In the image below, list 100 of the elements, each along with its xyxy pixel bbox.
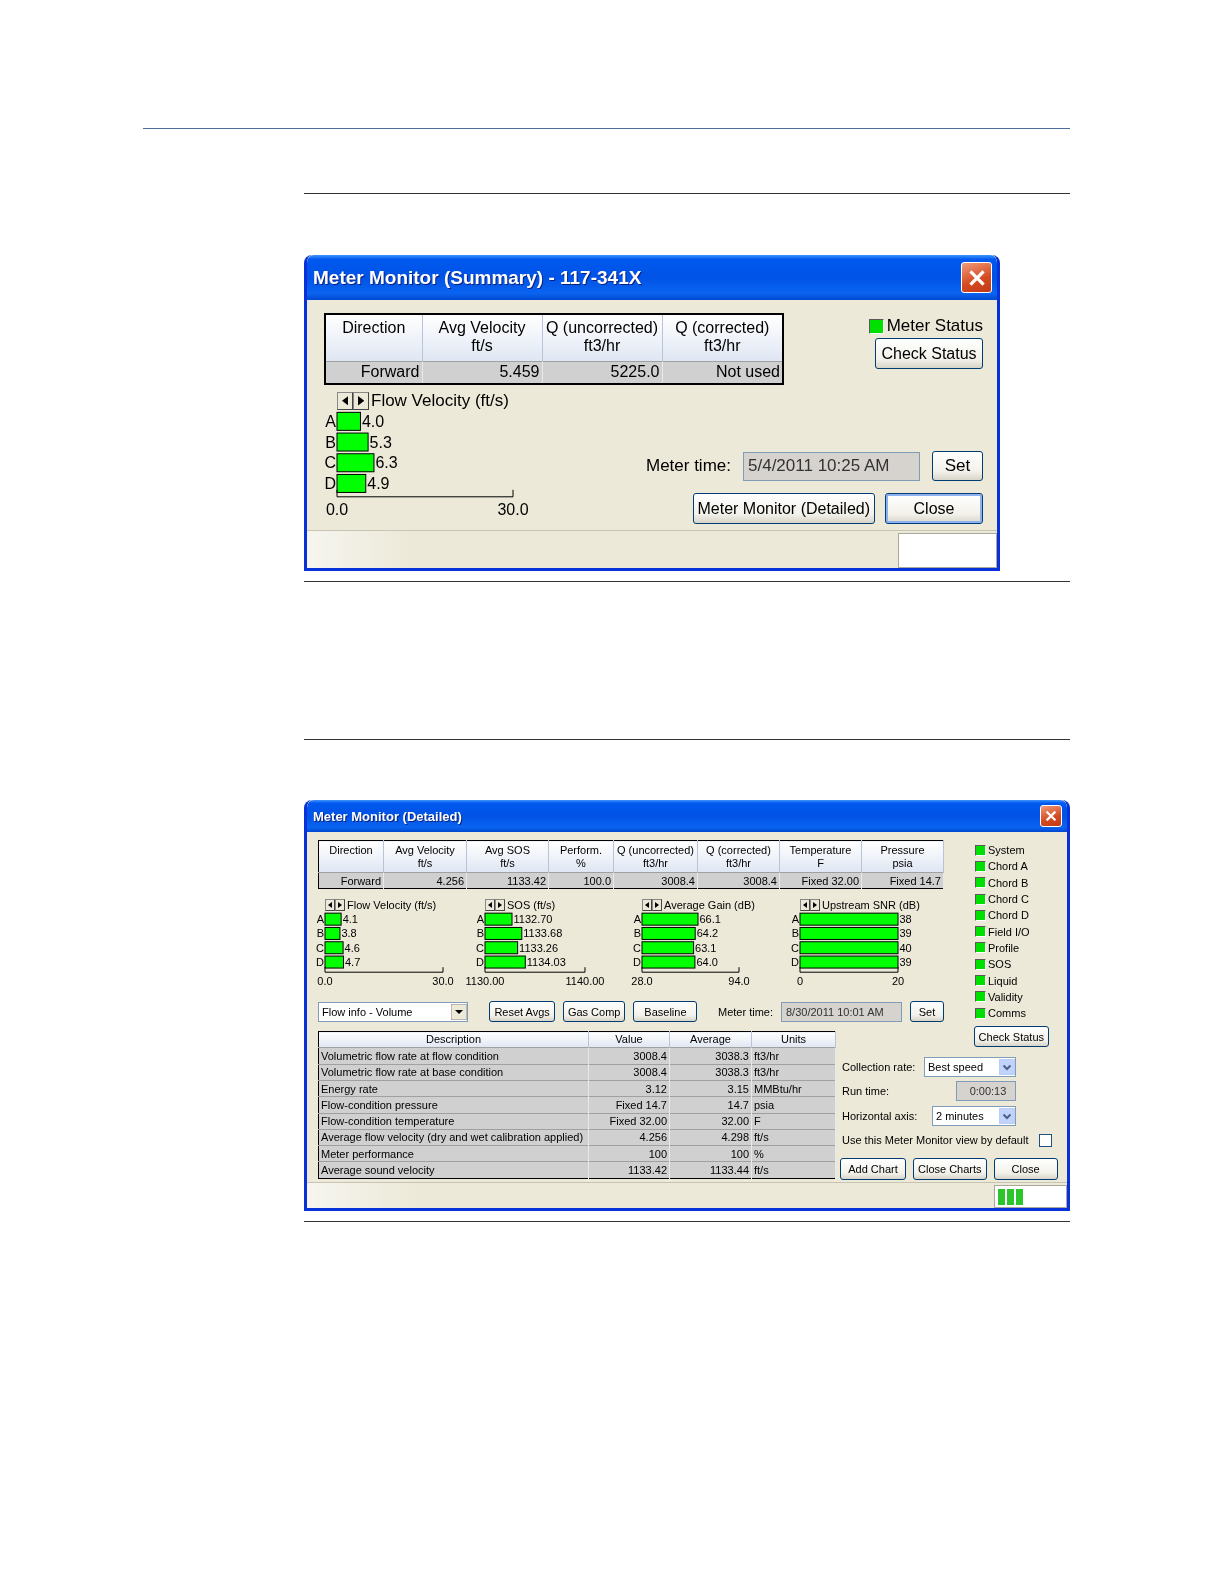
dropdown-arrow-icon (451, 1003, 467, 1020)
column-header: Description (318, 1031, 589, 1048)
bar (641, 927, 696, 940)
check-status-button[interactable]: Check Status (875, 338, 983, 369)
scroll-right-button[interactable] (353, 392, 369, 410)
value-label: 40 (899, 941, 912, 954)
tick-label: 0 (796, 975, 804, 988)
category-label: B (791, 927, 799, 940)
bar (641, 912, 699, 926)
field-label: Horizontal axis: (842, 1110, 918, 1123)
table-cell: ft3/hr (751, 1064, 836, 1081)
table-cell: Flow-condition pressure (318, 1096, 589, 1113)
close-button[interactable] (1040, 805, 1062, 827)
bar (484, 955, 526, 969)
chevron-down-icon (999, 1108, 1015, 1125)
scroll-left-button[interactable] (485, 899, 495, 912)
dropdown[interactable]: Flow info - Volume (318, 1001, 468, 1022)
value-label: 38 (899, 913, 912, 926)
dialog-button[interactable]: Close (885, 493, 983, 524)
table-cell: 3038.3 (669, 1064, 752, 1081)
category-label: A (633, 913, 641, 926)
check-status-button[interactable]: Check Status (973, 1026, 1049, 1048)
set-button[interactable]: Set (910, 1001, 944, 1023)
category-label: B (316, 927, 324, 940)
bar (336, 432, 369, 452)
category-label: A (791, 913, 799, 926)
left-arrow-icon (645, 902, 649, 909)
table-cell: Volumetric flow rate at base condition (318, 1064, 589, 1081)
bar (641, 955, 696, 969)
value-label: 1133.26 (519, 941, 559, 954)
left-arrow-icon (488, 902, 492, 909)
scroll-left-button[interactable] (337, 392, 353, 410)
table-cell: Fixed 32.00 (779, 872, 862, 889)
value-label: 63.1 (695, 941, 717, 954)
category-label: D (476, 956, 484, 969)
tick-label: 1130.00 (465, 975, 505, 988)
action-button[interactable]: Gas Comp (562, 1001, 626, 1023)
right-arrow-icon (813, 902, 817, 909)
field-label: Run time: (842, 1085, 890, 1098)
tick-label: 94.0 (728, 975, 750, 988)
status-label: Comms (988, 1007, 1026, 1020)
category-label: D (324, 474, 336, 492)
bar (324, 941, 344, 955)
run-time-field[interactable]: 0:00:13 (956, 1081, 1016, 1102)
table-cell: 1133.42 (466, 872, 549, 889)
table-cell: 3008.4 (588, 1047, 670, 1065)
close-button[interactable] (961, 262, 992, 293)
bar (336, 473, 367, 493)
status-label: Chord D (988, 909, 1029, 922)
action-button[interactable]: Reset Avgs (489, 1001, 555, 1023)
value-label: 4.7 (345, 956, 361, 969)
table-cell: 5225.0 (542, 361, 662, 384)
scroll-right-button[interactable] (335, 899, 345, 912)
right-arrow-icon (498, 902, 502, 909)
scroll-left-button[interactable] (325, 899, 335, 912)
action-button[interactable]: Baseline (633, 1001, 698, 1023)
table-cell: 100 (669, 1145, 752, 1162)
progress-blocks-icon (998, 1188, 1024, 1205)
bar (324, 927, 341, 940)
scroll-right-button[interactable] (810, 899, 820, 912)
dropdown[interactable]: Best speed (924, 1057, 1016, 1078)
field-label: Collection rate: (842, 1061, 916, 1074)
dialog-button[interactable]: Close (993, 1158, 1058, 1181)
window-title: Meter Monitor (Detailed) (313, 808, 462, 824)
category-label: A (316, 913, 324, 926)
value-label: 4.6 (344, 941, 360, 954)
status-label: Chord A (988, 860, 1028, 873)
scroll-left-button[interactable] (800, 899, 810, 912)
table-cell: Fixed 14.7 (861, 872, 944, 889)
scroll-right-button[interactable] (495, 899, 505, 912)
meter-time-field[interactable]: 8/30/2011 10:01 AM (781, 1001, 902, 1022)
scroll-left-button[interactable] (642, 899, 652, 912)
bar (336, 411, 361, 431)
checkbox[interactable] (1039, 1133, 1052, 1147)
table-cell: Meter performance (318, 1145, 589, 1162)
column-header: Perform. % (548, 840, 614, 873)
dialog-button[interactable]: Add Chart (840, 1158, 906, 1181)
bar (641, 941, 695, 955)
tick-label: 30.0 (432, 975, 454, 988)
value-label: 39 (899, 956, 912, 969)
table-cell: 5.459 (422, 361, 542, 384)
column-header: Average (669, 1031, 752, 1048)
set-button[interactable]: Set (932, 451, 983, 481)
column-header: Pressure psia (861, 840, 944, 873)
column-header: Q (uncorrected) ft3/hr (542, 314, 662, 361)
dialog-button[interactable]: Close Charts (913, 1158, 987, 1181)
value-label: 66.1 (699, 913, 721, 926)
dialog-button[interactable]: Meter Monitor (Detailed) (692, 493, 875, 524)
table-cell: 4.256 (383, 872, 467, 889)
table-cell: 4.256 (588, 1129, 670, 1146)
dropdown[interactable]: 2 minutes (932, 1106, 1016, 1127)
status-label: SOS (988, 958, 1012, 971)
meter-time-field[interactable]: 5/4/2011 10:25 AM (743, 451, 920, 481)
column-header: Direction (325, 314, 422, 361)
table-cell: ft/s (751, 1161, 836, 1179)
table-cell: ft3/hr (751, 1047, 836, 1065)
scroll-right-button[interactable] (652, 899, 662, 912)
value-label: 1134.03 (526, 956, 566, 969)
tick-label: 1140.00 (565, 975, 605, 988)
table-cell: 3008.4 (697, 872, 780, 889)
